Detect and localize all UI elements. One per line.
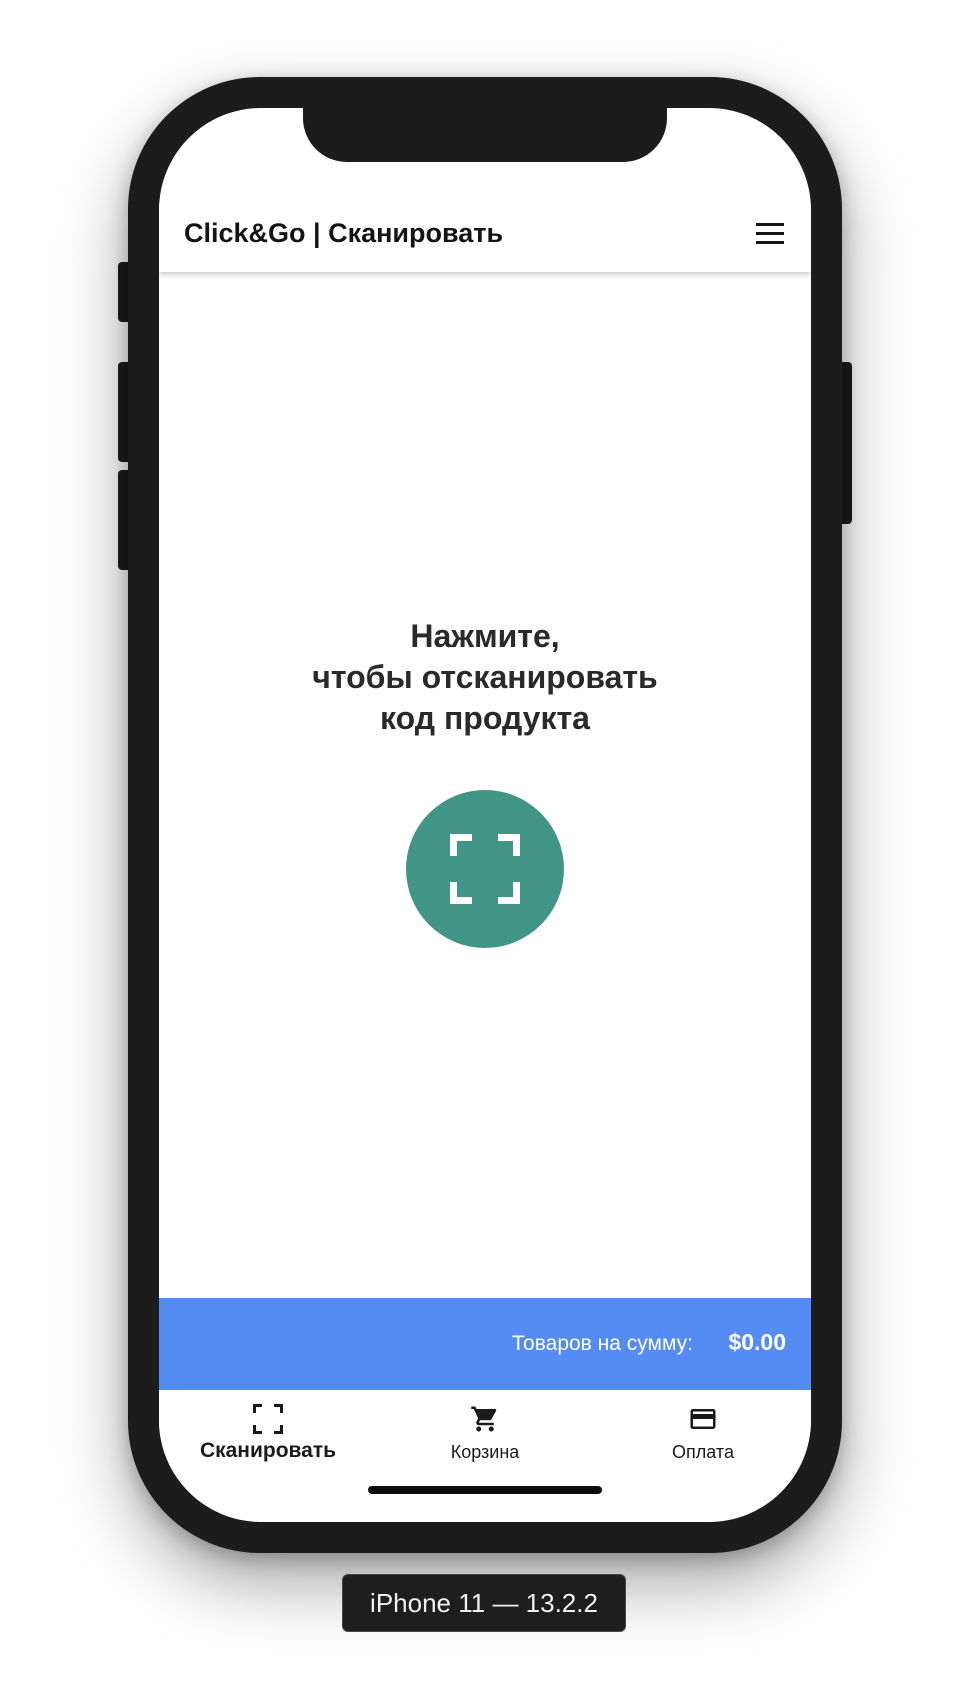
scan-button[interactable]	[406, 790, 564, 948]
cart-total-bar: Товаров на сумму: $0.00	[159, 1298, 811, 1390]
hamburger-menu-icon[interactable]	[755, 223, 785, 249]
device-caption: iPhone 11 — 13.2.2	[342, 1574, 626, 1632]
tab-payment[interactable]: Оплата	[594, 1390, 811, 1480]
tab-cart-label: Корзина	[450, 1442, 520, 1462]
scan-prompt-line-1: Нажмите,	[410, 618, 560, 654]
bottom-tab-bar: Сканировать Корзина Оплата	[159, 1390, 811, 1480]
app-screen: Click&Go | Сканировать Нажмите, чтобы от…	[159, 108, 811, 1522]
scan-prompt-line-2: чтобы отсканировать	[312, 659, 658, 695]
app-header: Click&Go | Сканировать	[159, 204, 811, 272]
tab-payment-label: Оплата	[672, 1442, 734, 1462]
tab-scan-label: Сканировать	[199, 1439, 337, 1462]
scan-frame-icon	[450, 834, 520, 904]
cart-total-amount: $0.00	[728, 1329, 786, 1355]
home-indicator	[368, 1486, 602, 1494]
credit-card-icon	[690, 1409, 716, 1429]
shopping-cart-icon	[471, 1406, 497, 1432]
cart-total-label: Товаров на сумму:	[511, 1332, 693, 1355]
scan-prompt: Нажмите, чтобы отсканировать код продукт…	[159, 616, 811, 739]
tab-scan[interactable]: Сканировать	[159, 1390, 377, 1480]
device-notch	[303, 108, 667, 162]
page-title: Click&Go | Сканировать	[184, 218, 504, 248]
scan-frame-icon	[253, 1404, 283, 1434]
tab-cart[interactable]: Корзина	[376, 1390, 594, 1480]
scan-prompt-line-3: код продукта	[380, 700, 590, 736]
